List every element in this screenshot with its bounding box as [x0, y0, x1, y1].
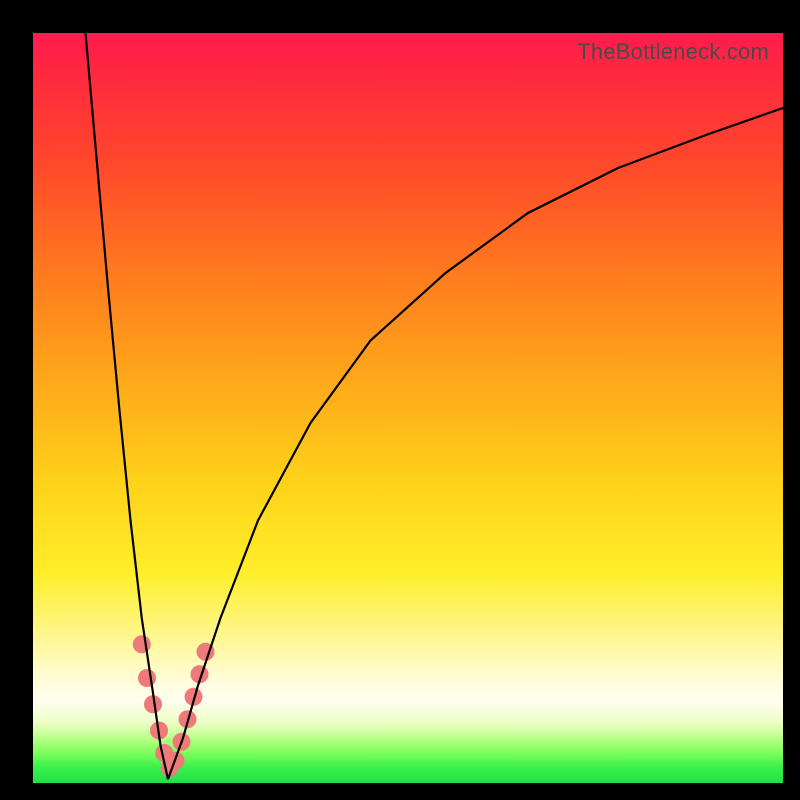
curve-right-branch	[168, 108, 783, 779]
outer-frame: TheBottleneck.com	[0, 0, 800, 800]
curve-left-branch	[86, 33, 169, 779]
plot-area: TheBottleneck.com	[33, 33, 783, 783]
beads-group	[133, 635, 215, 777]
bead-point	[138, 669, 156, 687]
bead-point	[133, 635, 151, 653]
chart-svg	[33, 33, 783, 783]
